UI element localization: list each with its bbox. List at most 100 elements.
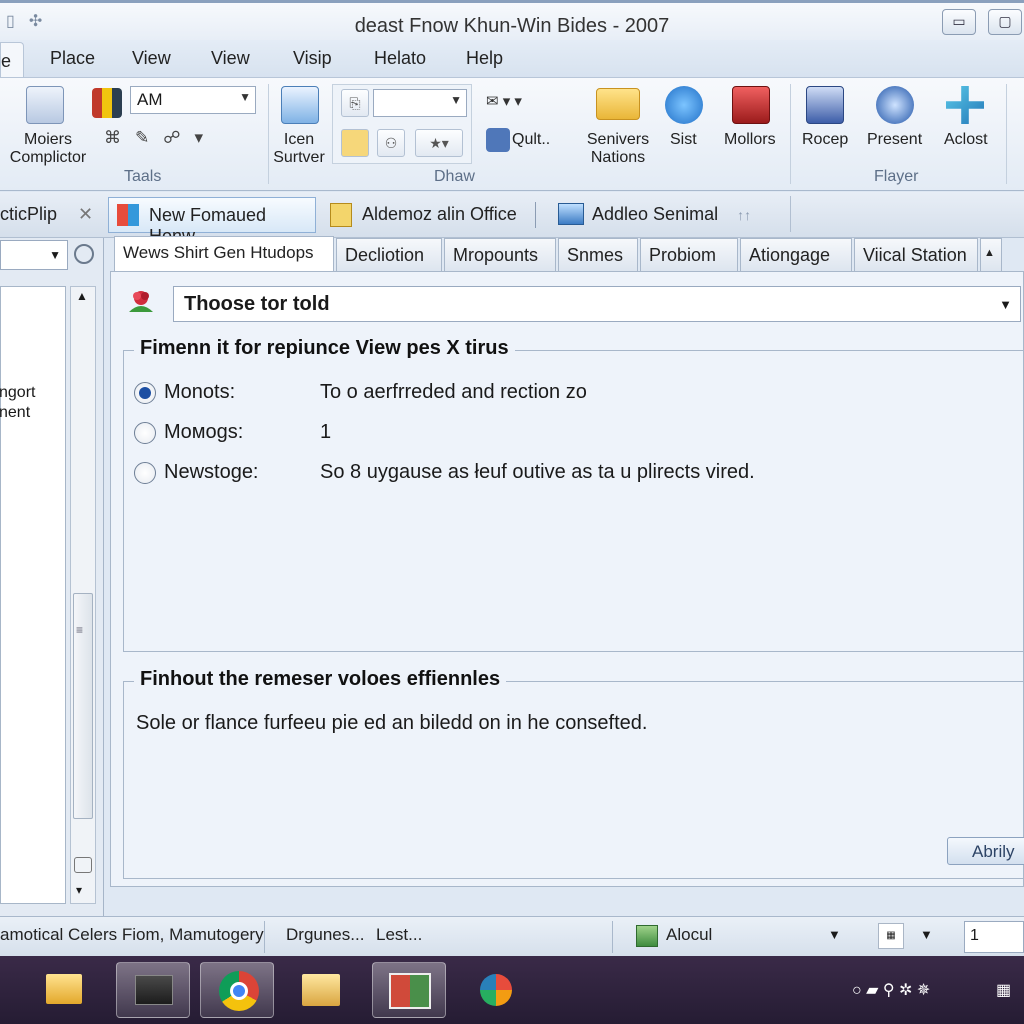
- monitor-icon: [558, 203, 584, 225]
- style-combo[interactable]: ▼: [373, 89, 467, 117]
- radio-label: Monots:: [164, 381, 236, 403]
- menu-tab-helato[interactable]: Helato: [374, 48, 426, 69]
- folder-small-icon[interactable]: [341, 129, 369, 157]
- left-list[interactable]: ngort nent: [0, 286, 66, 904]
- taskbar-office[interactable]: [372, 962, 446, 1018]
- grid-app-icon: [117, 204, 139, 226]
- image-icon[interactable]: [636, 925, 658, 947]
- taskbar-pinwheel[interactable]: [460, 962, 534, 1018]
- chevron-down-icon[interactable]: ▼: [828, 927, 841, 942]
- menu-tab-visip[interactable]: Visip: [293, 48, 332, 69]
- calendar-icon[interactable]: ▦: [878, 923, 904, 949]
- folder-icon: [302, 974, 340, 1006]
- menu-tab-view[interactable]: View: [132, 48, 171, 69]
- options-group-legend: Fimenn it for repiunce View pes X tirus: [134, 337, 515, 360]
- chevron-down-icon[interactable]: ▼: [920, 927, 933, 942]
- folder-icon[interactable]: [596, 88, 640, 120]
- search-circle-icon[interactable]: [74, 244, 94, 264]
- restore-button[interactable]: ▢: [988, 9, 1022, 35]
- tab-ationgage[interactable]: Ationgage: [740, 238, 852, 272]
- tray-grid-icon[interactable]: ▦: [996, 980, 1011, 1000]
- format-tools-icons[interactable]: ⌘✎☍▾: [104, 128, 217, 148]
- paint-bucket-icon[interactable]: [92, 88, 122, 118]
- taskbar-media-app[interactable]: [116, 962, 190, 1018]
- icen-button-label[interactable]: Icen Surtver: [268, 131, 330, 167]
- description-text: Sole or flance furfeeu pie ed an biledd …: [136, 712, 648, 734]
- doc-tab-office[interactable]: Aldemoz alin Office: [326, 197, 527, 233]
- word-document-icon[interactable]: [806, 86, 844, 124]
- topic-select[interactable]: Thoose tor told ▼: [173, 286, 1021, 322]
- group-label-flayer: Flayer: [874, 168, 919, 185]
- chevron-down-icon[interactable]: ▼: [49, 248, 61, 262]
- present-globe-icon[interactable]: [876, 86, 914, 124]
- rocep-button-label[interactable]: Rocep: [802, 131, 848, 149]
- menu-tab-help[interactable]: Help: [466, 48, 503, 69]
- envelope-dropdown-icon[interactable]: ✉ ▾ ▾: [486, 92, 522, 110]
- split-icon[interactable]: [74, 857, 92, 873]
- status-alocul[interactable]: Alocul: [666, 925, 712, 945]
- paste-icon[interactable]: ⎘: [341, 89, 369, 117]
- document-tab-strip: cticPlip ✕ New Fomaued Honw Aldemoz alin…: [0, 192, 1024, 246]
- spreadsheet-icon: [389, 973, 431, 1009]
- left-scrollbar[interactable]: ▲ ≡ ▾: [70, 286, 96, 904]
- tab-viical-station[interactable]: Viical Station: [854, 238, 978, 272]
- left-pane-combo[interactable]: ▼: [0, 240, 68, 270]
- pin-arrows-icon[interactable]: ↑↑: [737, 207, 751, 223]
- status-drgunes[interactable]: Drgunes...: [286, 925, 364, 945]
- chevron-down-icon[interactable]: ▼: [999, 297, 1012, 312]
- mollors-button-label[interactable]: Mollors: [724, 131, 776, 149]
- font-combo[interactable]: AM ▼: [130, 86, 256, 114]
- taskbar-folder[interactable]: [28, 962, 102, 1018]
- acrobat-icon[interactable]: [732, 86, 770, 124]
- tab-scroll-icon[interactable]: ▲: [980, 238, 1002, 272]
- doc-tab-new-formatted[interactable]: New Fomaued Honw: [108, 197, 316, 246]
- chevron-down-icon[interactable]: ▼: [450, 93, 462, 107]
- chat-bubble-icon[interactable]: [665, 86, 703, 124]
- description-group-legend: Finhout the remeser voloes effiennles: [134, 668, 507, 691]
- moiers-button-label[interactable]: Moiers Complictor: [2, 131, 94, 167]
- tab-wews-shirt[interactable]: Wews Shirt Gen Htudops: [114, 236, 334, 272]
- present-button-label[interactable]: Present: [867, 131, 922, 149]
- aclost-button-label[interactable]: Aclost: [944, 131, 988, 149]
- page-field[interactable]: 1: [964, 921, 1024, 953]
- qult-button-label[interactable]: Qult..: [512, 131, 550, 149]
- people-icon[interactable]: ⚇: [377, 129, 405, 157]
- f-icon[interactable]: [486, 128, 510, 152]
- doc-tab-senimal[interactable]: Addleo Senimal ↑↑: [554, 197, 761, 233]
- tools-cross-icon[interactable]: [946, 86, 984, 124]
- pinwheel-icon: [480, 974, 512, 1006]
- document-gear-icon[interactable]: [26, 86, 64, 124]
- radio-button[interactable]: [134, 382, 156, 404]
- menu-tab-view-2[interactable]: View: [211, 48, 250, 69]
- status-lest[interactable]: Lest...: [376, 925, 422, 945]
- radio-label: Moмogs:: [164, 421, 244, 443]
- folder-icon: [46, 974, 82, 1004]
- taskbar: ○ ▰ ⚲ ✲ ✵ ▦: [0, 956, 1024, 1024]
- chevron-down-icon[interactable]: ▼: [239, 90, 251, 104]
- tab-probiom[interactable]: Probiom: [640, 238, 738, 272]
- taskbar-explorer[interactable]: [284, 962, 358, 1018]
- tray-icons[interactable]: ○ ▰ ⚲ ✲ ✵: [852, 980, 930, 1000]
- taskbar-browser[interactable]: [200, 962, 274, 1018]
- senivers-button-label[interactable]: Senivers Nations: [582, 131, 654, 167]
- scroll-down-icon[interactable]: ▾: [76, 883, 82, 897]
- main-panel: Thoose tor told ▼ Fimenn it for repiunce…: [110, 271, 1024, 887]
- tab-decliotion[interactable]: Decliotion: [336, 238, 442, 272]
- menu-tab-home[interactable]: e: [0, 42, 25, 80]
- tab-snmes[interactable]: Snmes: [558, 238, 638, 272]
- scroll-up-icon[interactable]: ▲: [76, 289, 88, 303]
- close-pane-icon[interactable]: ✕: [68, 197, 103, 233]
- flower-icon: [125, 286, 157, 318]
- document-pen-icon: [330, 203, 352, 227]
- media-player-icon: [135, 975, 173, 1005]
- radio-button[interactable]: [134, 422, 156, 444]
- tab-mropounts[interactable]: Mropounts: [444, 238, 556, 272]
- menu-tab-place[interactable]: Place: [50, 48, 95, 69]
- star-dropdown-icon[interactable]: ★▾: [415, 129, 463, 157]
- apply-button[interactable]: Abrily: [947, 837, 1024, 865]
- icon-document-icon[interactable]: [281, 86, 319, 124]
- minimize-button[interactable]: ▭: [942, 9, 976, 35]
- radio-button[interactable]: [134, 462, 156, 484]
- grip-icon: ≡: [76, 623, 84, 637]
- sist-button-label[interactable]: Sist: [670, 131, 697, 149]
